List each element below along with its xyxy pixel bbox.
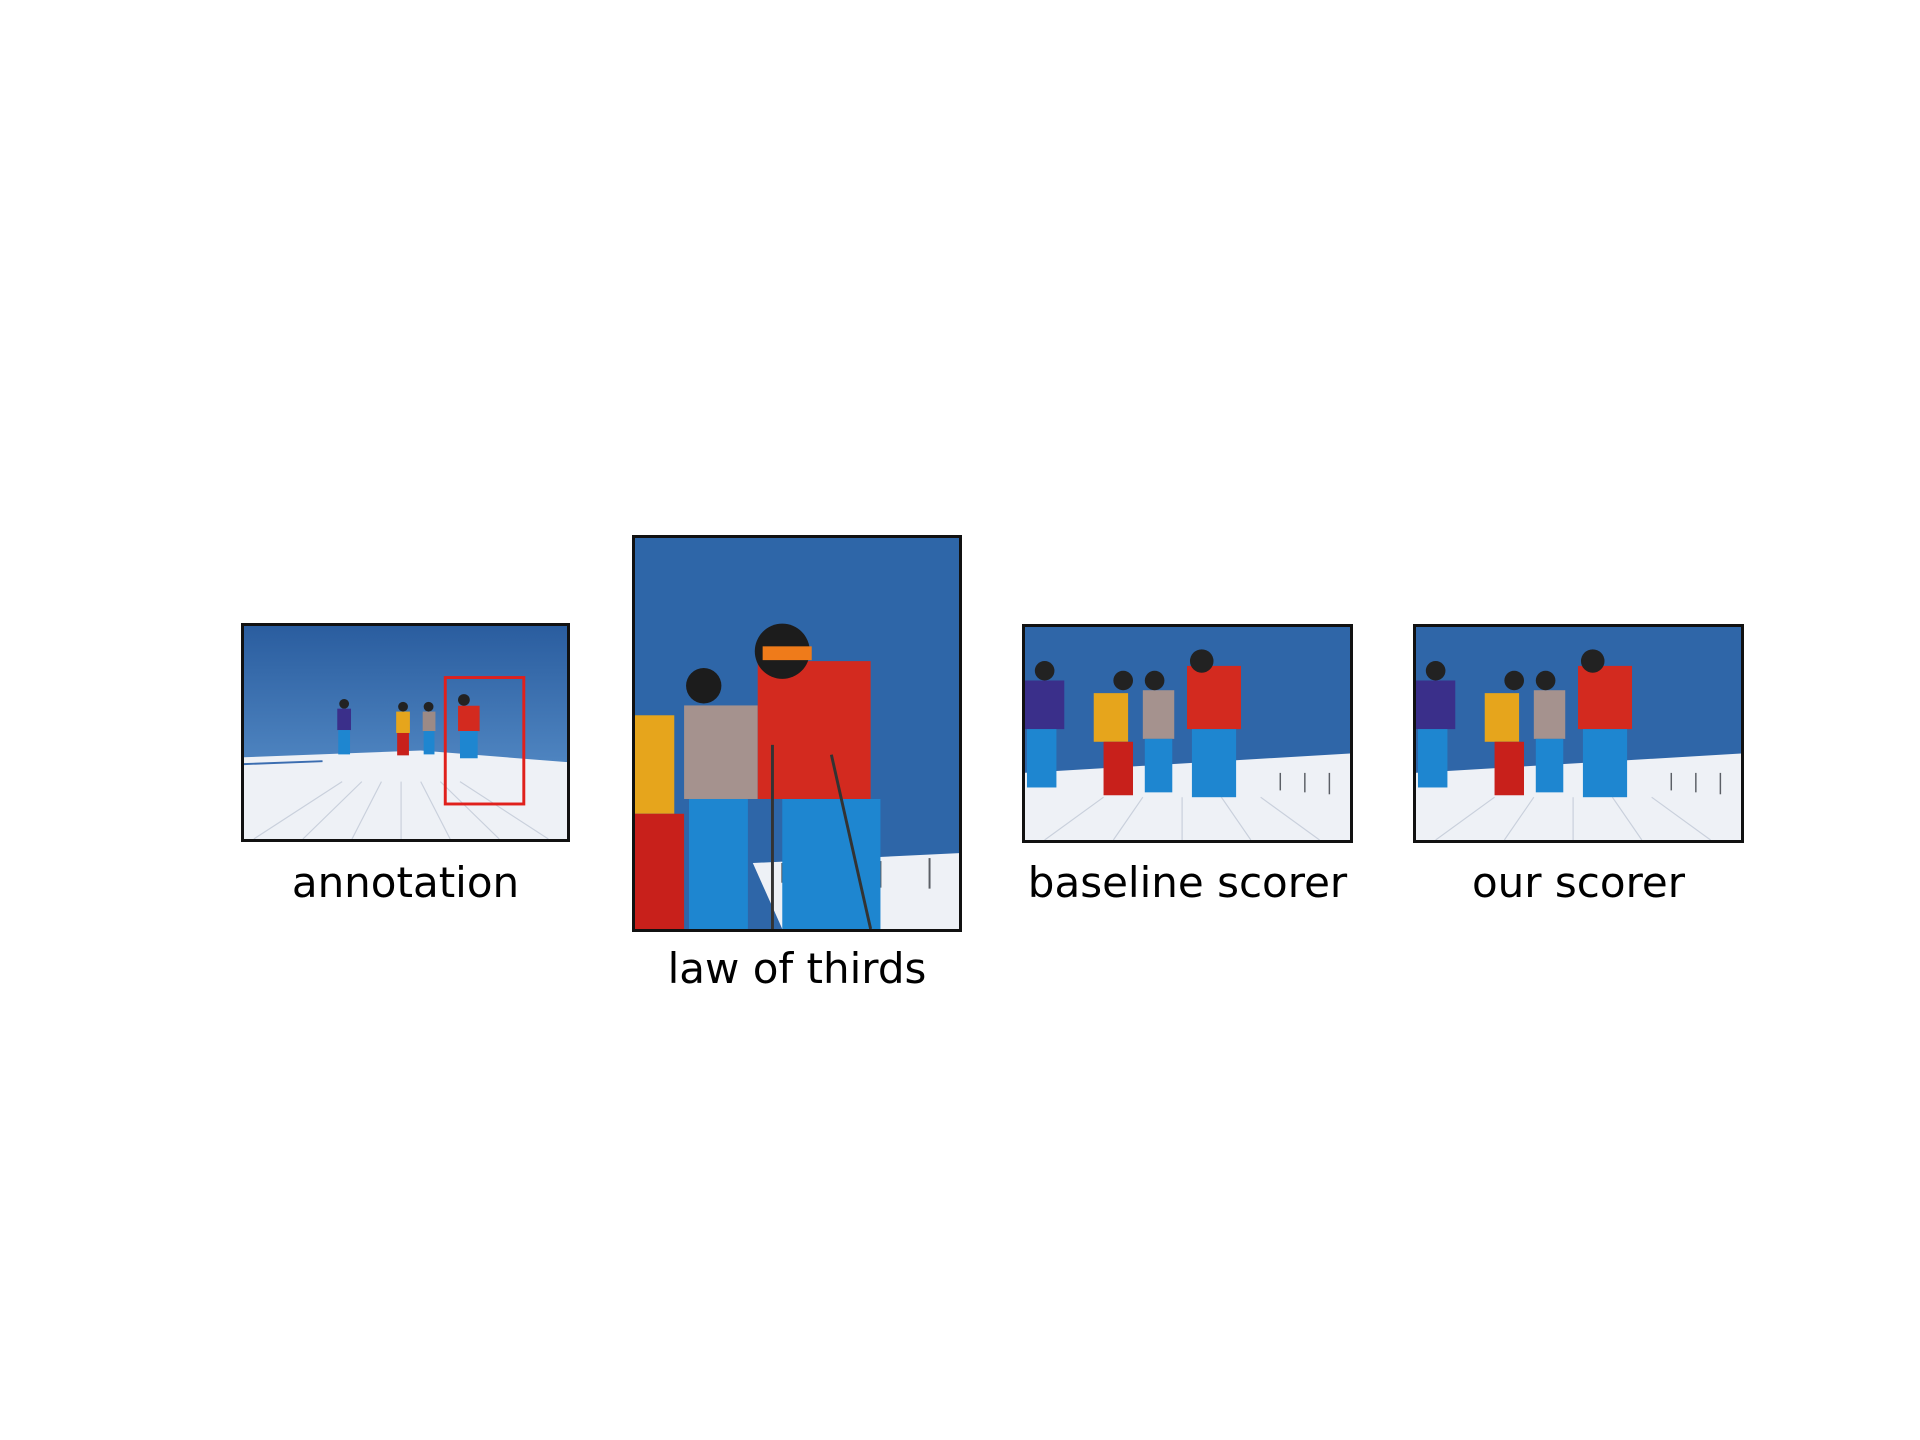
- ski-photo-our-crop: [1416, 627, 1741, 840]
- baseline-scorer-caption: baseline scorer: [1027, 858, 1348, 907]
- annotation-caption: annotation: [291, 858, 520, 907]
- ski-photo-baseline-crop: [1025, 627, 1350, 840]
- our-scorer-caption: our scorer: [1471, 858, 1686, 907]
- baseline-scorer-image-panel: [1022, 624, 1353, 843]
- law-of-thirds-caption: law of thirds: [667, 944, 927, 993]
- law-of-thirds-image-panel: [632, 535, 962, 932]
- our-scorer-image-panel: [1413, 624, 1744, 843]
- ski-photo-tall-crop: [635, 538, 959, 929]
- ski-photo-wide: [244, 626, 567, 839]
- annotation-image-panel: [241, 623, 570, 842]
